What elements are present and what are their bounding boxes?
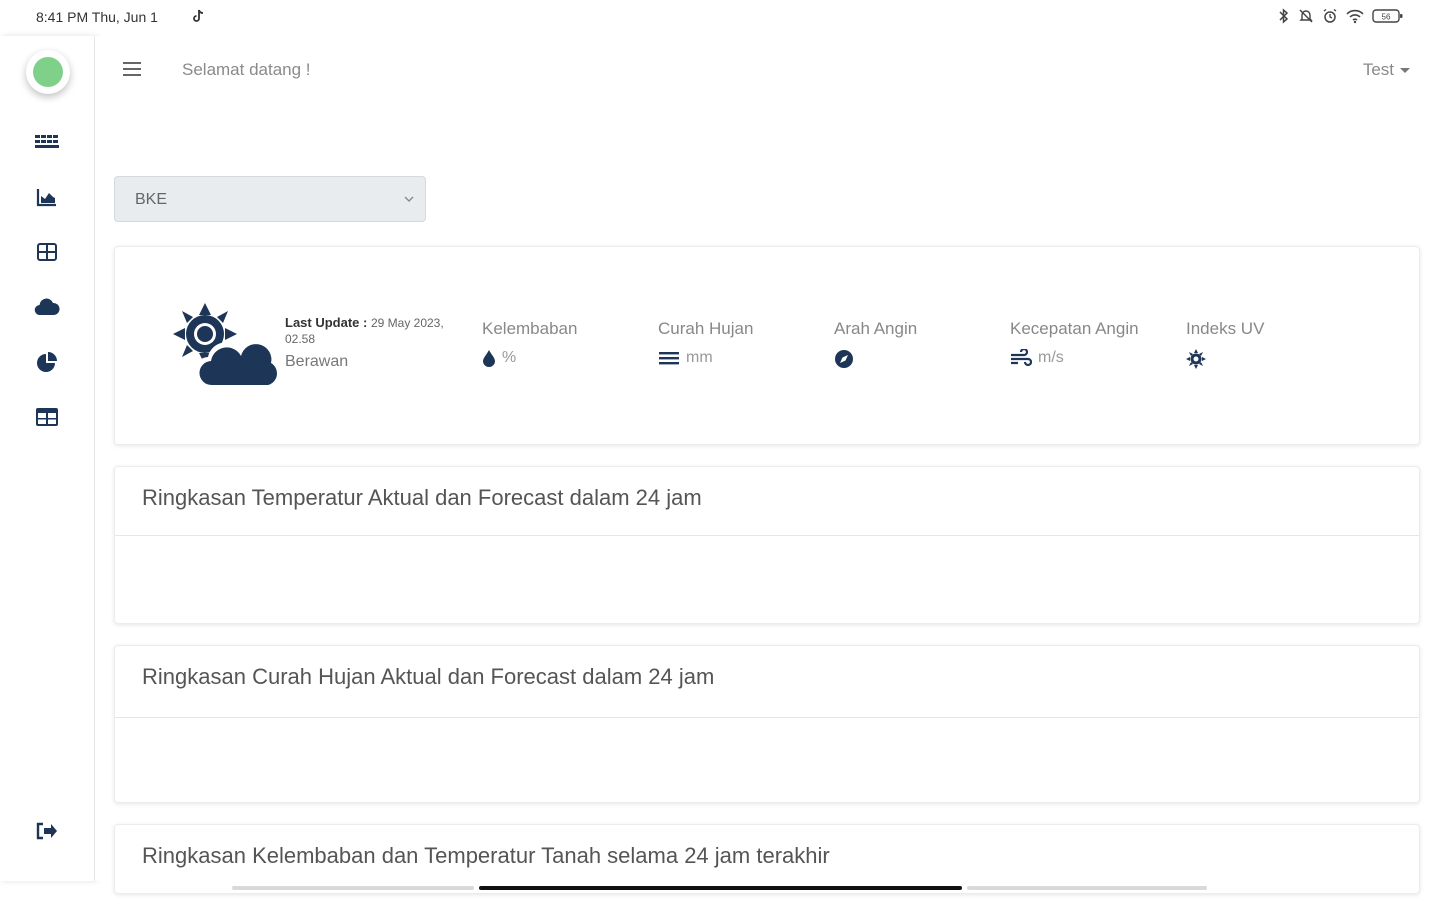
droplet-icon [483,350,495,367]
sidebar-item-grid[interactable] [0,224,94,279]
temperature-summary-card: Ringkasan Temperatur Aktual dan Forecast… [114,466,1420,624]
soil-summary-card: Ringkasan Kelembaban dan Temperatur Tana… [114,824,1420,894]
logout-icon [36,822,57,840]
card-divider [115,535,1419,536]
rain-lines-icon [659,352,679,365]
gesture-nav-bar [232,886,1207,892]
sidebar-item-weather[interactable] [0,279,94,334]
caret-down-icon [1400,67,1410,73]
topbar: Selamat datang ! Test [95,36,1440,107]
wifi-icon [1346,9,1364,24]
current-weather-card: Last Update : 29 May 2023, 02.58 Berawan… [114,246,1420,445]
welcome-text: Selamat datang ! [182,60,311,79]
user-dropdown[interactable]: Test [1363,60,1410,80]
table-icon [36,407,58,426]
metric-rainfall: Curah Hujan mm [658,319,828,367]
metric-unit: % [502,349,517,366]
metric-wind-speed: Kecepatan Angin m/s [1010,319,1180,367]
metric-label: Kecepatan Angin [1010,319,1139,338]
metric-label: Curah Hujan [658,319,754,338]
sun-uv-icon [1186,349,1206,369]
user-name: Test [1362,60,1394,79]
metric-label: Kelembaban [482,319,578,338]
partly-cloudy-icon [173,303,277,386]
weather-condition: Berawan [285,353,349,370]
mute-icon [1299,9,1313,23]
status-icons: 56 [1278,8,1404,24]
status-bar: 8:41 PM Thu, Jun 1 56 [0,0,1440,36]
logout-button[interactable] [0,811,94,851]
card-title: Ringkasan Kelembaban dan Temperatur Tana… [142,843,830,868]
last-update: Last Update : 29 May 2023, 02.58 [285,315,470,347]
sidebar-nav [0,114,94,444]
metric-label: Indeks UV [1186,319,1265,338]
sidebar-item-chart[interactable] [0,169,94,224]
main-content: BKE Last Update : 29 May 2023, 02.58 Ber… [95,106,1440,894]
card-divider [115,717,1419,718]
sidebar-item-table[interactable] [0,389,94,444]
metric-unit: m/s [1038,349,1064,366]
card-title: Ringkasan Curah Hujan Aktual dan Forecas… [142,664,715,689]
grid-dots-icon [35,134,59,148]
chevron-down-icon [404,196,414,202]
rainfall-summary-card: Ringkasan Curah Hujan Aktual dan Forecas… [114,645,1420,803]
metric-uv-index: Indeks UV [1186,319,1356,369]
avatar[interactable] [26,50,70,94]
tiktok-icon [193,9,204,22]
station-select[interactable]: BKE [114,176,426,222]
last-update-label: Last Update : [285,315,368,330]
sidebar-item-dashboard[interactable] [0,114,94,169]
bluetooth-icon [1279,8,1289,24]
wind-icon [1011,349,1032,367]
status-time: 8:41 PM Thu, Jun 1 [36,9,158,25]
sidebar-item-pie[interactable] [0,334,94,389]
battery-icon: 56 [1372,9,1403,23]
pie-chart-icon [37,351,57,372]
metric-wind-direction: Arah Angin [834,319,1004,369]
nav-bar-segment-active[interactable] [479,886,962,890]
nav-bar-segment[interactable] [232,886,474,890]
area-chart-icon [36,188,56,206]
metric-label: Arah Angin [834,319,918,338]
compass-icon [835,350,853,368]
sidebar [0,36,95,881]
cloud-icon [34,298,60,315]
card-title: Ringkasan Temperatur Aktual dan Forecast… [142,485,702,510]
battery-level: 56 [1382,13,1391,22]
alarm-icon [1323,8,1337,23]
metric-humidity: Kelembaban % [482,319,652,367]
table-grid-icon [37,242,57,261]
station-select-value: BKE [135,191,168,208]
metric-unit: mm [686,349,713,366]
avatar-logo [33,57,63,87]
hamburger-menu-icon[interactable] [122,60,142,78]
nav-bar-segment[interactable] [967,886,1207,890]
